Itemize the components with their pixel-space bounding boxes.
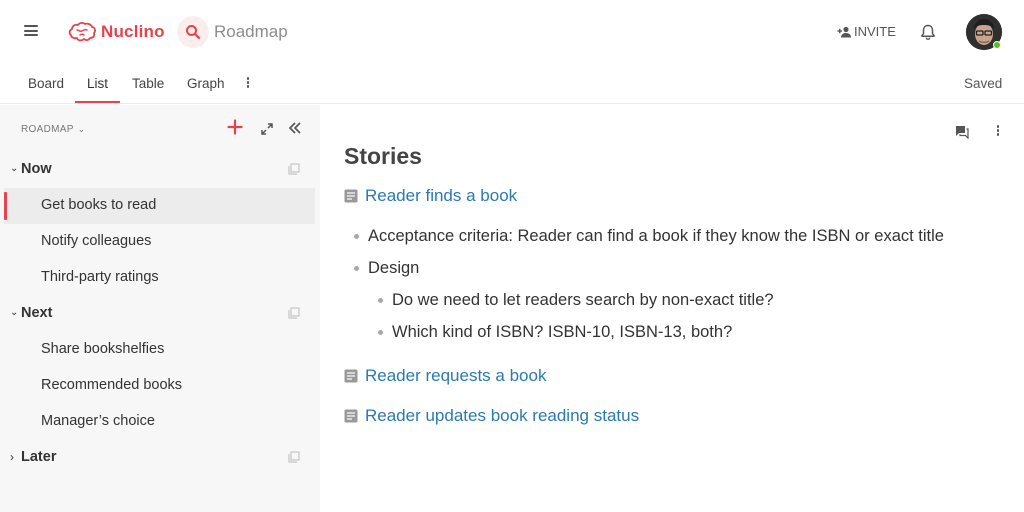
top-bar: Nuclino Roadmap INVITE: [0, 0, 1024, 64]
list-item: Design: [354, 259, 419, 278]
list-item: Do we need to let readers search by non-…: [378, 291, 774, 310]
sidebar-item-label: Share bookshelfies: [41, 341, 165, 357]
tab-list[interactable]: List: [87, 76, 108, 91]
workspace-title[interactable]: Roadmap: [214, 22, 288, 42]
list-item-text: Do we need to let readers search by non-…: [392, 291, 774, 309]
save-status: Saved: [964, 76, 1003, 91]
chevron-down-icon: ⌄: [77, 124, 86, 134]
online-status-dot: [993, 41, 1001, 49]
sidebar-item-label: Get books to read: [41, 197, 157, 213]
copy-icon[interactable]: [288, 163, 300, 175]
document-icon: [344, 369, 358, 383]
sidebar-workspace-label: ROADMAP: [21, 124, 74, 135]
invite-button[interactable]: INVITE: [837, 24, 896, 39]
link-text: Reader updates book reading status: [365, 406, 640, 425]
bullet-dot: [378, 330, 383, 335]
sidebar-group-next[interactable]: ⌄ Next: [0, 296, 320, 332]
link-text: Reader finds a book: [365, 186, 518, 205]
document-icon: [344, 409, 358, 423]
active-tab-indicator: [75, 101, 120, 103]
view-tabs-bar: Board List Table Graph Saved: [0, 64, 1024, 104]
tab-graph[interactable]: Graph: [187, 76, 225, 91]
link-reader-requests-a-book[interactable]: Reader requests a book: [344, 366, 546, 386]
chevron-right-icon: ›: [10, 450, 14, 464]
chevron-down-icon: ⌄: [10, 163, 19, 174]
link-reader-updates-book-reading-status[interactable]: Reader updates book reading status: [344, 406, 639, 426]
more-options-icon[interactable]: [995, 125, 1001, 139]
invite-label: INVITE: [854, 24, 896, 39]
sidebar-item-notify-colleagues[interactable]: Notify colleagues: [4, 224, 315, 260]
sidebar-item-label: Recommended books: [41, 377, 183, 393]
document-icon: [344, 189, 358, 203]
sidebar-item-label: Manager’s choice: [41, 413, 155, 429]
sidebar-item-managers-choice[interactable]: Manager’s choice: [4, 404, 315, 440]
brain-logo-icon: [68, 22, 96, 42]
list-item: Acceptance criteria: Reader can find a b…: [354, 227, 944, 246]
list-item: Which kind of ISBN? ISBN-10, ISBN-13, bo…: [378, 323, 732, 342]
collapse-sidebar-icon[interactable]: [288, 121, 302, 135]
group-label: Later: [21, 449, 57, 465]
menu-icon[interactable]: [24, 25, 40, 39]
sidebar-item-share-bookshelfies[interactable]: Share bookshelfies: [4, 332, 315, 368]
sidebar-item-third-party-ratings[interactable]: Third-party ratings: [4, 260, 315, 296]
more-views-icon[interactable]: [245, 77, 251, 91]
bullet-dot: [354, 266, 359, 271]
sidebar: ROADMAP ⌄ ⌄ Now Get books to read Notify…: [0, 105, 320, 512]
sidebar-item-recommended-books[interactable]: Recommended books: [4, 368, 315, 404]
sidebar-item-label: Third-party ratings: [41, 269, 159, 285]
expand-all-icon[interactable]: [261, 123, 273, 135]
active-item-indicator: [4, 192, 7, 220]
list-item-text: Which kind of ISBN? ISBN-10, ISBN-13, bo…: [392, 323, 733, 341]
group-label: Now: [21, 161, 52, 177]
add-person-icon: [837, 26, 851, 37]
link-reader-finds-a-book[interactable]: Reader finds a book: [344, 186, 517, 206]
page-title: Stories: [344, 143, 422, 169]
sidebar-workspace-dropdown[interactable]: ROADMAP ⌄: [21, 124, 86, 135]
bullet-dot: [378, 298, 383, 303]
document-pane: Stories Reader finds a book Acceptance c…: [320, 105, 1024, 512]
sidebar-group-later[interactable]: › Later: [0, 440, 320, 476]
sidebar-group-now[interactable]: ⌄ Now: [0, 152, 320, 188]
search-icon: [186, 25, 201, 40]
app-logo[interactable]: Nuclino: [66, 19, 165, 45]
brand-name: Nuclino: [101, 22, 165, 41]
list-item-text: Acceptance criteria: Reader can find a b…: [368, 227, 944, 245]
bell-icon[interactable]: [919, 23, 937, 41]
tab-board[interactable]: Board: [28, 76, 64, 91]
list-item-text: Design: [368, 259, 420, 277]
sidebar-item-label: Notify colleagues: [41, 233, 152, 249]
comments-icon[interactable]: [955, 125, 969, 139]
link-text: Reader requests a book: [365, 366, 547, 385]
search-button[interactable]: [177, 16, 209, 48]
bullet-dot: [354, 234, 359, 239]
group-label: Next: [21, 305, 53, 321]
sidebar-item-get-books-to-read[interactable]: Get books to read: [4, 188, 315, 224]
tab-table[interactable]: Table: [132, 76, 164, 91]
copy-icon[interactable]: [288, 451, 300, 463]
copy-icon[interactable]: [288, 307, 300, 319]
add-item-icon[interactable]: [227, 119, 243, 135]
chevron-down-icon: ⌄: [10, 307, 19, 318]
